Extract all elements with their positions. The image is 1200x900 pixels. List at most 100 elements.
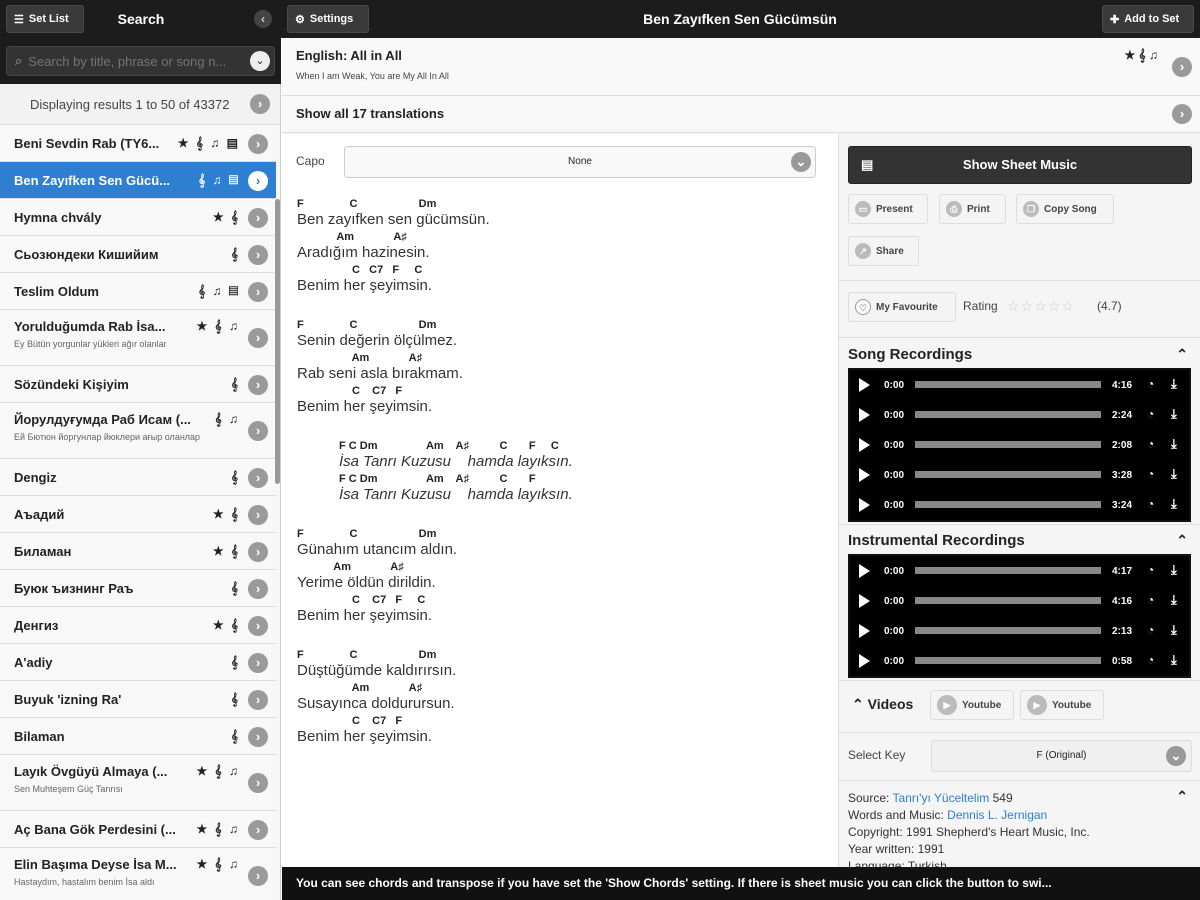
- chevron-right-icon[interactable]: ›: [248, 133, 268, 154]
- list-item[interactable]: Buyuk 'izning Ra' 𝄞 ›: [0, 681, 276, 718]
- download-icon[interactable]: ⤓: [1171, 406, 1177, 422]
- rss-icon[interactable]: ◔: [1147, 497, 1154, 511]
- rss-icon[interactable]: ◔: [1147, 467, 1154, 481]
- chevron-right-icon[interactable]: ›: [248, 866, 268, 886]
- list-item[interactable]: Aç Bana Gök Perdesini (... ★ 𝄞 ♫ ›: [0, 811, 276, 848]
- play-icon[interactable]: [859, 468, 870, 482]
- collapse-sidebar-icon[interactable]: ‹: [254, 10, 272, 28]
- chevron-right-icon[interactable]: ›: [248, 773, 268, 793]
- settings-button[interactable]: ⚙ Settings: [287, 5, 369, 33]
- chevron-right-icon[interactable]: ›: [248, 615, 268, 636]
- seek-bar[interactable]: [915, 411, 1101, 418]
- print-button[interactable]: ⎙ Print: [939, 194, 1006, 224]
- list-item[interactable]: Beni Sevdin Rab (TY6... ★ 𝄞 ♫ ▤ ›: [0, 125, 276, 162]
- seek-bar[interactable]: [915, 597, 1101, 604]
- download-icon[interactable]: ⤓: [1171, 376, 1177, 392]
- play-icon[interactable]: [859, 408, 870, 422]
- rss-icon[interactable]: ◔: [1147, 593, 1154, 607]
- rss-icon[interactable]: ◔: [1147, 623, 1154, 637]
- translation-chevron-icon[interactable]: ›: [1172, 57, 1192, 77]
- author-link[interactable]: Dennis L. Jernigan: [947, 808, 1047, 822]
- chevron-right-icon[interactable]: ›: [248, 328, 268, 348]
- seek-bar[interactable]: [915, 471, 1101, 478]
- rss-icon[interactable]: ◔: [1147, 653, 1154, 667]
- chevron-right-icon[interactable]: ›: [248, 207, 268, 228]
- copy-song-button[interactable]: ❐ Copy Song: [1016, 194, 1114, 224]
- list-item[interactable]: Layık Övgüyü Almaya (... Sen Muhteşem Güç…: [0, 755, 276, 811]
- search-options-icon[interactable]: ⌄: [250, 51, 270, 71]
- chevron-right-icon[interactable]: ›: [248, 819, 268, 840]
- download-icon[interactable]: ⤓: [1171, 592, 1177, 608]
- seek-bar[interactable]: [915, 567, 1101, 574]
- chevron-right-icon[interactable]: ›: [248, 652, 268, 673]
- download-icon[interactable]: ⤓: [1171, 466, 1177, 482]
- list-item[interactable]: Аъадий ★ 𝄞 ›: [0, 496, 276, 533]
- more-results-icon[interactable]: ›: [250, 94, 270, 114]
- play-icon[interactable]: [859, 438, 870, 452]
- list-item[interactable]: Sözündeki Kişiyim 𝄞 ›: [0, 366, 276, 403]
- youtube-button-1[interactable]: ▶ Youtube: [930, 690, 1014, 720]
- chevron-up-icon[interactable]: ⌃: [1176, 346, 1188, 363]
- translation-row[interactable]: English: All in All When I am Weak, You …: [282, 38, 1200, 96]
- list-item[interactable]: Ben Zayıfken Sen Gücü... 𝄞 ♫ ▤ ›: [0, 162, 276, 199]
- share-button[interactable]: ↗ Share: [848, 236, 919, 266]
- rating-stars[interactable]: ☆☆☆☆☆: [1007, 298, 1075, 315]
- play-icon[interactable]: [859, 564, 870, 578]
- seek-bar[interactable]: [915, 627, 1101, 634]
- seek-bar[interactable]: [915, 441, 1101, 448]
- show-all-translations[interactable]: Show all 17 translations ›: [282, 96, 1200, 133]
- chevron-right-icon[interactable]: ›: [248, 374, 268, 395]
- list-item[interactable]: Биламан ★ 𝄞 ›: [0, 533, 276, 570]
- rss-icon[interactable]: ◔: [1147, 407, 1154, 421]
- download-icon[interactable]: ⤓: [1171, 496, 1177, 512]
- download-icon[interactable]: ⤓: [1171, 622, 1177, 638]
- show-sheet-music-button[interactable]: ▤ Show Sheet Music: [848, 146, 1192, 184]
- chevron-right-icon[interactable]: ›: [248, 726, 268, 747]
- download-icon[interactable]: ⤓: [1171, 436, 1177, 452]
- chevron-right-icon[interactable]: ›: [248, 170, 268, 191]
- chevron-up-icon[interactable]: ⌃: [1176, 532, 1188, 549]
- play-icon[interactable]: [859, 498, 870, 512]
- download-icon[interactable]: ⤓: [1171, 562, 1177, 578]
- list-item[interactable]: Yorulduğumda Rab İsa... Ey Bütün yorgunla…: [0, 310, 276, 366]
- show-all-chevron-icon[interactable]: ›: [1172, 104, 1192, 124]
- chevron-right-icon[interactable]: ›: [248, 541, 268, 562]
- rss-icon[interactable]: ◔: [1147, 563, 1154, 577]
- capo-select[interactable]: None ⌄: [344, 146, 816, 178]
- list-item[interactable]: Йорулдуғумда Раб Исам (... Ей Бютюн йоргу…: [0, 403, 276, 459]
- search-input[interactable]: [28, 53, 239, 69]
- sidebar-scrollbar[interactable]: [275, 199, 280, 484]
- videos-toggle[interactable]: ⌃ Videos: [852, 696, 913, 713]
- rss-icon[interactable]: ◔: [1147, 437, 1154, 451]
- youtube-button-2[interactable]: ▶ Youtube: [1020, 690, 1104, 720]
- download-icon[interactable]: ⤓: [1171, 652, 1177, 668]
- source-link[interactable]: Tanrı'yı Yüceltelim: [892, 791, 989, 805]
- add-to-set-button[interactable]: ✚ Add to Set: [1102, 5, 1194, 33]
- seek-bar[interactable]: [915, 501, 1101, 508]
- play-icon[interactable]: [859, 378, 870, 392]
- list-item[interactable]: Буюк ъизнинг Раъ 𝄞 ›: [0, 570, 276, 607]
- my-favourite-button[interactable]: ♡ My Favourite: [848, 292, 956, 322]
- list-item[interactable]: Hymna chvály ★ 𝄞 ›: [0, 199, 276, 236]
- chevron-right-icon[interactable]: ›: [248, 421, 268, 441]
- set-list-button[interactable]: ☰ Set List: [6, 5, 84, 33]
- chevron-right-icon[interactable]: ›: [248, 578, 268, 599]
- key-select[interactable]: F (Original) ⌄: [931, 740, 1192, 772]
- play-icon[interactable]: [859, 594, 870, 608]
- list-item[interactable]: Сьозюндеки Кишийим 𝄞 ›: [0, 236, 276, 273]
- list-item[interactable]: A'adiy 𝄞 ›: [0, 644, 276, 681]
- chevron-right-icon[interactable]: ›: [248, 467, 268, 488]
- rss-icon[interactable]: ◔: [1147, 377, 1154, 391]
- seek-bar[interactable]: [915, 657, 1101, 664]
- list-item[interactable]: Bilaman 𝄞 ›: [0, 718, 276, 755]
- chevron-right-icon[interactable]: ›: [248, 689, 268, 710]
- play-icon[interactable]: [859, 624, 870, 638]
- chevron-right-icon[interactable]: ›: [248, 244, 268, 265]
- chevron-right-icon[interactable]: ›: [248, 281, 268, 302]
- chevron-up-icon[interactable]: ⌃: [1176, 788, 1188, 805]
- list-item[interactable]: Dengiz 𝄞 ›: [0, 459, 276, 496]
- seek-bar[interactable]: [915, 381, 1101, 388]
- chevron-right-icon[interactable]: ›: [248, 504, 268, 525]
- list-item[interactable]: Teslim Oldum 𝄞 ♫ ▤ ›: [0, 273, 276, 310]
- list-item[interactable]: Денгиз ★ 𝄞 ›: [0, 607, 276, 644]
